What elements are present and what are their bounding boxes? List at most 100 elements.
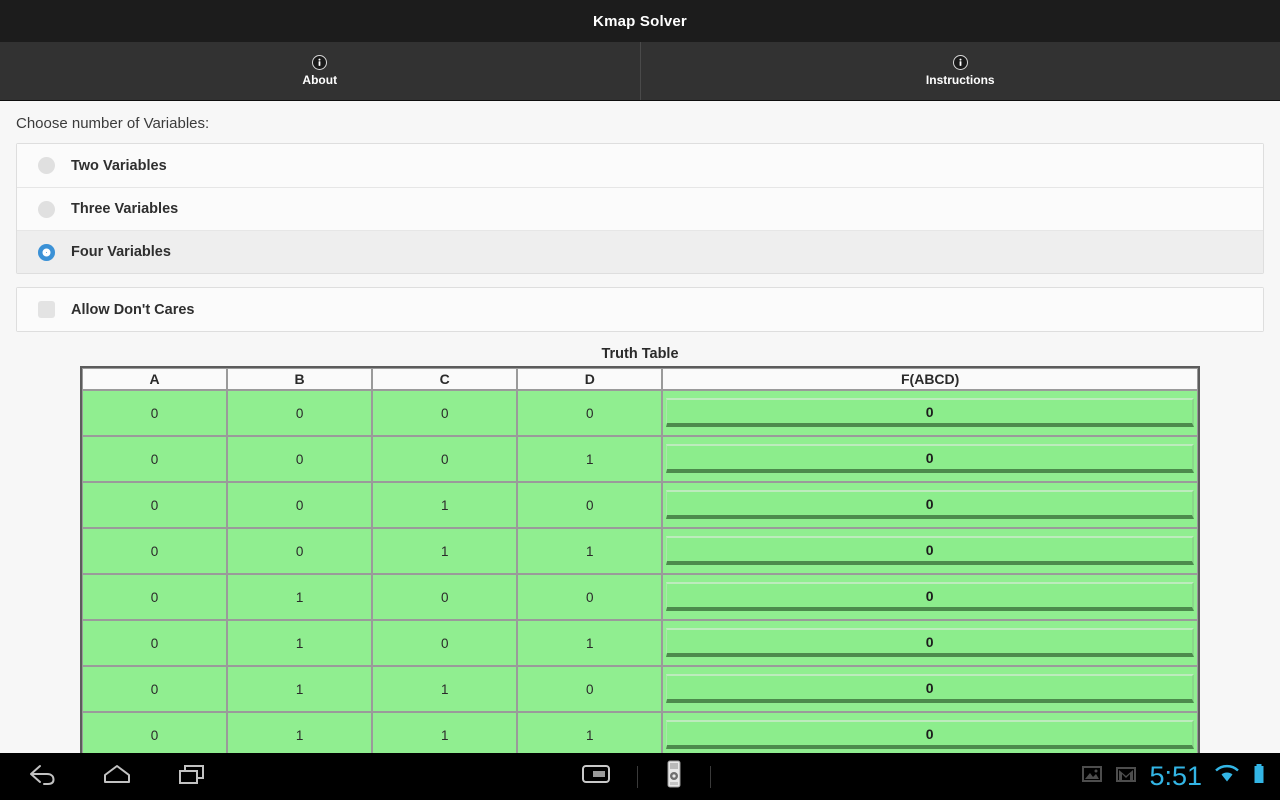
android-navigation-bar: 5:51 bbox=[0, 753, 1280, 800]
column-header-b: B bbox=[227, 368, 373, 390]
tab-bar: About Instructions bbox=[0, 42, 1280, 101]
cell-c: 1 bbox=[372, 712, 518, 758]
output-toggle-button[interactable]: 0 bbox=[666, 536, 1194, 565]
radio-option-four-variables[interactable]: Four Variables bbox=[17, 230, 1263, 273]
truth-table-body: 0 0 0 0 0 0 0 0 1 0 0 0 1 0 0 0 0 1 1 0 … bbox=[82, 390, 1198, 758]
cell-b: 1 bbox=[227, 574, 373, 620]
nav-divider bbox=[709, 765, 711, 788]
output-toggle-button[interactable]: 0 bbox=[666, 444, 1194, 473]
screenshot-icon[interactable] bbox=[581, 762, 611, 791]
cell-b: 0 bbox=[227, 528, 373, 574]
checkbox-icon bbox=[38, 301, 55, 318]
radio-icon bbox=[38, 157, 55, 174]
tab-instructions[interactable]: Instructions bbox=[639, 42, 1280, 100]
checkbox-allow-dont-cares[interactable]: Allow Don't Cares bbox=[17, 288, 1263, 331]
wifi-icon bbox=[1214, 763, 1240, 790]
cell-c: 0 bbox=[372, 436, 518, 482]
table-row: 0 1 1 0 0 bbox=[82, 666, 1198, 712]
cell-f: 0 bbox=[662, 390, 1198, 436]
gmail-notification-icon[interactable] bbox=[1115, 764, 1137, 789]
cell-c: 1 bbox=[372, 482, 518, 528]
cell-a: 0 bbox=[82, 712, 228, 758]
app-title: Kmap Solver bbox=[593, 12, 687, 30]
table-row: 0 0 1 0 0 bbox=[82, 482, 1198, 528]
cell-a: 0 bbox=[82, 574, 228, 620]
output-toggle-button[interactable]: 0 bbox=[666, 720, 1194, 749]
table-row: 0 0 0 0 0 bbox=[82, 390, 1198, 436]
radio-option-two-variables[interactable]: Two Variables bbox=[17, 144, 1263, 187]
radio-icon bbox=[38, 200, 55, 218]
tab-about[interactable]: About bbox=[0, 42, 640, 100]
radio-option-three-variables[interactable]: Three Variables bbox=[17, 187, 1263, 230]
title-bar: Kmap Solver bbox=[0, 0, 1280, 42]
cell-b: 0 bbox=[227, 390, 373, 436]
cell-d: 1 bbox=[517, 436, 663, 482]
output-toggle-button[interactable]: 0 bbox=[666, 490, 1194, 519]
cell-c: 0 bbox=[372, 574, 518, 620]
table-row: 0 0 0 1 0 bbox=[82, 436, 1198, 482]
cell-f: 0 bbox=[662, 666, 1198, 712]
cell-d: 1 bbox=[517, 712, 663, 758]
info-icon bbox=[312, 55, 328, 70]
cell-f: 0 bbox=[662, 574, 1198, 620]
image-notification-icon[interactable] bbox=[1081, 764, 1103, 789]
cell-a: 0 bbox=[82, 528, 228, 574]
cell-b: 1 bbox=[227, 712, 373, 758]
truth-table-wrapper: A B C D F(ABCD) 0 0 0 0 0 0 0 0 1 0 0 0 … bbox=[16, 366, 1264, 760]
nav-left-group bbox=[0, 761, 210, 792]
main-content: Choose number of Variables: Two Variable… bbox=[0, 101, 1280, 760]
output-toggle-button[interactable]: 0 bbox=[666, 674, 1194, 703]
remote-control-icon[interactable] bbox=[664, 760, 684, 793]
cell-a: 0 bbox=[82, 666, 228, 712]
table-row: 0 1 0 0 0 bbox=[82, 574, 1198, 620]
cell-f: 0 bbox=[662, 620, 1198, 666]
cell-b: 0 bbox=[227, 436, 373, 482]
radio-option-label: Two Variables bbox=[71, 157, 167, 174]
cell-d: 0 bbox=[517, 390, 663, 436]
back-icon[interactable] bbox=[24, 761, 58, 792]
output-toggle-button[interactable]: 0 bbox=[666, 628, 1194, 657]
cell-d: 0 bbox=[517, 574, 663, 620]
cell-d: 0 bbox=[517, 482, 663, 528]
status-icons-group: 5:51 bbox=[1081, 761, 1280, 792]
table-row: 0 1 1 1 0 bbox=[82, 712, 1198, 758]
cell-d: 1 bbox=[517, 528, 663, 574]
home-icon[interactable] bbox=[100, 761, 134, 792]
cell-f: 0 bbox=[662, 528, 1198, 574]
radio-option-label: Three Variables bbox=[71, 201, 179, 217]
variables-radio-group: Two Variables Three Variables Four Varia… bbox=[16, 143, 1264, 274]
cell-b: 0 bbox=[227, 482, 373, 528]
cell-f: 0 bbox=[662, 712, 1198, 758]
column-header-a: A bbox=[82, 368, 228, 390]
checkbox-label: Allow Don't Cares bbox=[71, 301, 195, 318]
nav-divider bbox=[636, 765, 638, 788]
column-header-d: D bbox=[517, 368, 663, 390]
cell-c: 0 bbox=[372, 620, 518, 666]
cell-d: 1 bbox=[517, 620, 663, 666]
status-clock: 5:51 bbox=[1149, 761, 1202, 791]
cell-b: 1 bbox=[227, 620, 373, 666]
table-row: 0 0 1 1 0 bbox=[82, 528, 1198, 574]
column-header-f: F(ABCD) bbox=[662, 368, 1198, 390]
radio-icon-selected bbox=[38, 243, 55, 261]
truth-table-title: Truth Table bbox=[601, 346, 679, 362]
info-icon bbox=[952, 55, 968, 70]
output-toggle-button[interactable]: 0 bbox=[666, 398, 1194, 427]
table-row: 0 1 0 1 0 bbox=[82, 620, 1198, 666]
battery-icon bbox=[1252, 762, 1266, 791]
cell-f: 0 bbox=[662, 482, 1198, 528]
column-header-c: C bbox=[372, 368, 518, 390]
truth-table: A B C D F(ABCD) 0 0 0 0 0 0 0 0 1 0 0 0 … bbox=[80, 366, 1200, 760]
cell-a: 0 bbox=[82, 436, 228, 482]
allow-dont-cares-group: Allow Don't Cares bbox=[16, 287, 1264, 332]
cell-b: 1 bbox=[227, 666, 373, 712]
cell-c: 1 bbox=[372, 666, 518, 712]
truth-table-header-row: A B C D F(ABCD) bbox=[82, 368, 1198, 390]
cell-d: 0 bbox=[517, 666, 663, 712]
tab-instructions-label: Instructions bbox=[925, 73, 995, 87]
recents-icon[interactable] bbox=[176, 761, 210, 792]
cell-c: 1 bbox=[372, 528, 518, 574]
output-toggle-button[interactable]: 0 bbox=[666, 582, 1194, 611]
cell-a: 0 bbox=[82, 620, 228, 666]
tab-about-label: About bbox=[302, 73, 338, 87]
